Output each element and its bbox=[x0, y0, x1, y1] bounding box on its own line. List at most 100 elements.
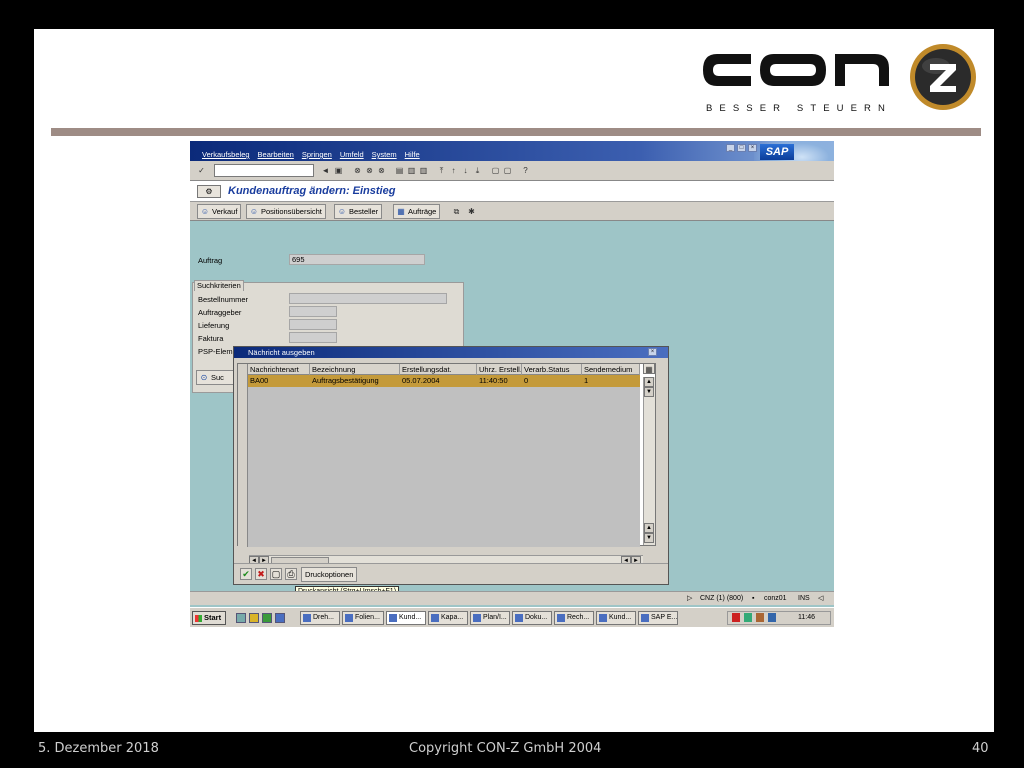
close-icon[interactable]: × bbox=[748, 144, 757, 152]
tab-suchkriterien[interactable]: Suchkriterien bbox=[194, 280, 244, 291]
auftraggeber-label: Auftraggeber bbox=[198, 308, 242, 317]
taskbar-item-label: Dreh... bbox=[313, 614, 335, 621]
menu-item-umfeld[interactable]: Umfeld bbox=[340, 150, 364, 159]
tray-volume-icon[interactable] bbox=[756, 613, 764, 622]
taskbar-item[interactable]: Plan/I... bbox=[470, 611, 510, 625]
command-field[interactable] bbox=[214, 164, 314, 177]
taskbar-item-icon bbox=[345, 614, 353, 622]
bestellnummer-input[interactable] bbox=[289, 293, 447, 304]
taskbar-item[interactable]: Folien... bbox=[342, 611, 384, 625]
tray-app-icon[interactable] bbox=[768, 613, 776, 622]
transaction-icon[interactable]: ⚙ bbox=[197, 185, 221, 198]
column-header[interactable]: Uhrz. Erstell. bbox=[477, 364, 522, 375]
row-selector-column[interactable] bbox=[238, 364, 248, 547]
new-session-icon[interactable]: ▢ bbox=[490, 165, 501, 176]
print-icon[interactable]: ▤ bbox=[394, 165, 405, 176]
tray-antivirus-icon[interactable] bbox=[732, 613, 740, 622]
scroll-down-icon[interactable]: ▼ bbox=[644, 533, 654, 543]
printer-icon[interactable]: ⎙ bbox=[285, 568, 297, 580]
page-title: Kundenauftrag ändern: Einstieg bbox=[228, 185, 396, 197]
auftraege-button[interactable]: ▦ Aufträge bbox=[393, 204, 441, 219]
layout-icon[interactable]: ▦ bbox=[643, 363, 655, 374]
taskbar-item[interactable]: Dreh... bbox=[300, 611, 340, 625]
status-expand-icon[interactable]: ▷ bbox=[687, 594, 692, 604]
auftrag-input[interactable]: 695 bbox=[289, 254, 425, 265]
sap-menu-bar: Verkaufsbeleg Bearbeiten Springen Umfeld… bbox=[190, 141, 834, 181]
maximize-icon[interactable]: □ bbox=[737, 144, 746, 152]
enter-icon[interactable]: ✓ bbox=[196, 165, 207, 176]
scroll-down-icon[interactable]: ▼ bbox=[644, 387, 654, 397]
faktura-input[interactable] bbox=[289, 332, 337, 343]
find-next-icon[interactable]: ▥ bbox=[418, 165, 429, 176]
taskbar-item-label: Kapa... bbox=[441, 614, 464, 621]
verkauf-label: Verkauf bbox=[212, 207, 238, 216]
druckoptionen-button[interactable]: Druckoptionen bbox=[301, 567, 358, 582]
besteller-label: Besteller bbox=[349, 207, 379, 216]
copy-icon[interactable]: ⧉ bbox=[451, 206, 462, 217]
first-page-icon[interactable]: ⤒ bbox=[436, 165, 447, 176]
person-icon: ☺ bbox=[200, 207, 210, 216]
next-page-icon[interactable]: ↓ bbox=[460, 165, 471, 176]
auftraggeber-input[interactable] bbox=[289, 306, 337, 317]
menu-item-hilfe[interactable]: Hilfe bbox=[405, 150, 420, 159]
prev-page-icon[interactable]: ↑ bbox=[448, 165, 459, 176]
last-page-icon[interactable]: ⤓ bbox=[472, 165, 483, 176]
con-z-logo-wordmark bbox=[703, 54, 889, 86]
start-button[interactable]: Start bbox=[192, 611, 226, 625]
taskbar-item[interactable]: Kund... bbox=[596, 611, 636, 625]
column-header[interactable]: Bezeichnung bbox=[310, 364, 400, 375]
status-bar: ▷ CNZ (1) (800) ▪ conz01 INS ◁ bbox=[190, 591, 834, 605]
shortcut-icon[interactable]: ▢ bbox=[502, 165, 513, 176]
quicklaunch-ie-icon[interactable] bbox=[236, 613, 246, 623]
column-header[interactable]: Nachrichtenart bbox=[248, 364, 310, 375]
column-header[interactable]: Verarb.Status bbox=[522, 364, 582, 375]
status-collapse-icon[interactable]: ◁ bbox=[818, 594, 823, 604]
quicklaunch-outlook-icon[interactable] bbox=[249, 613, 259, 623]
find-icon[interactable]: ▥ bbox=[406, 165, 417, 176]
scroll-up-icon[interactable]: ▲ bbox=[644, 377, 654, 387]
quicklaunch-explorer-icon[interactable] bbox=[275, 613, 285, 623]
cancel-icon[interactable]: ⊗ bbox=[376, 165, 387, 176]
cell-nachrichtenart: BA00 bbox=[250, 376, 269, 385]
taskbar-item[interactable]: Kapa... bbox=[428, 611, 468, 625]
taskbar-item[interactable]: SAP E... bbox=[638, 611, 678, 625]
column-header[interactable]: Erstellungsdat. bbox=[400, 364, 477, 375]
menu-item-bearbeiten[interactable]: Bearbeiten bbox=[258, 150, 294, 159]
back-green-icon[interactable]: ⊗ bbox=[352, 165, 363, 176]
exit-icon[interactable]: ⊗ bbox=[364, 165, 375, 176]
menu-item-springen[interactable]: Springen bbox=[302, 150, 332, 159]
status-user: conz01 bbox=[764, 595, 787, 602]
save-icon[interactable]: ▣ bbox=[333, 165, 344, 176]
tree-icon[interactable]: ✱ bbox=[466, 206, 477, 217]
person-icon: ☺ bbox=[337, 207, 347, 216]
tray-network-icon[interactable] bbox=[744, 613, 752, 622]
menu-item-system[interactable]: System bbox=[372, 150, 397, 159]
print-preview-icon[interactable]: ▢ bbox=[270, 568, 282, 580]
vertical-scrollbar[interactable]: ▲ ▼ ▲ ▼ bbox=[643, 377, 655, 545]
confirm-check-icon[interactable]: ✔ bbox=[240, 568, 252, 580]
start-label: Start bbox=[204, 613, 222, 622]
taskbar-item[interactable]: Kund... bbox=[386, 611, 426, 625]
taskbar-item-icon bbox=[303, 614, 311, 622]
cancel-x-icon[interactable]: ✖ bbox=[255, 568, 267, 580]
menu-item-verkaufsbeleg[interactable]: Verkaufsbeleg bbox=[202, 150, 250, 159]
back-icon[interactable]: ◄ bbox=[320, 165, 331, 176]
quicklaunch-desktop-icon[interactable] bbox=[262, 613, 272, 623]
taskbar-item[interactable]: Rech... bbox=[554, 611, 594, 625]
auftraege-label: Aufträge bbox=[408, 207, 437, 216]
column-header[interactable]: Sendemedium bbox=[582, 364, 640, 375]
help-icon[interactable]: ? bbox=[520, 165, 531, 176]
cell-uhrzeit: 11:40:50 bbox=[479, 376, 508, 385]
taskbar-item[interactable]: Doku... bbox=[512, 611, 552, 625]
lieferung-input[interactable] bbox=[289, 319, 337, 330]
logo-tagline: BESSER STEUERN bbox=[706, 103, 892, 114]
besteller-button[interactable]: ☺ Besteller bbox=[334, 204, 383, 219]
minimize-icon[interactable]: _ bbox=[726, 144, 735, 152]
positionsuebersicht-button[interactable]: ☺ Positionsübersicht bbox=[246, 204, 326, 219]
table-row[interactable]: BA00 Auftragsbestätigung 05.07.2004 11:4… bbox=[248, 375, 640, 387]
taskbar-item-label: Folien... bbox=[355, 614, 380, 621]
scroll-up-icon[interactable]: ▲ bbox=[644, 523, 654, 533]
search-button[interactable]: ⊙ Suc bbox=[196, 370, 234, 385]
dialog-close-icon[interactable]: × bbox=[648, 348, 657, 356]
verkauf-button[interactable]: ☺ Verkauf bbox=[197, 204, 242, 219]
